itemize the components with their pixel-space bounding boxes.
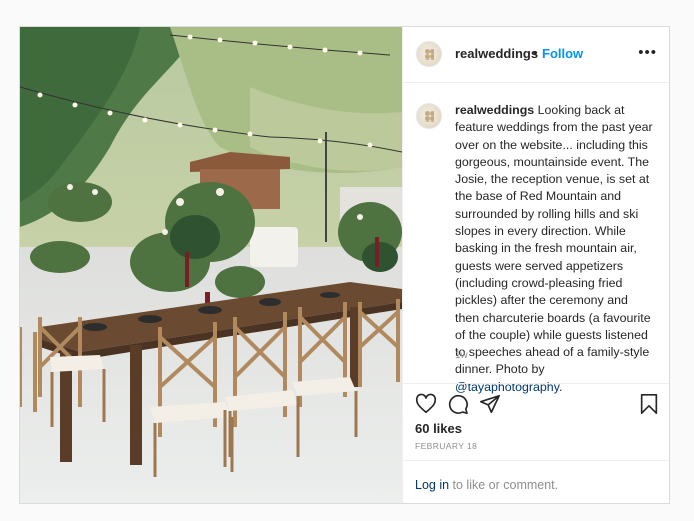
- post-card: realweddings • Follow ••• realweddings L…: [19, 26, 670, 504]
- bookmark-icon[interactable]: [639, 393, 659, 415]
- login-prompt-text: to like or comment.: [449, 478, 559, 492]
- actions-section: 60 likes FEBRUARY 18 Log in to like or c…: [403, 383, 669, 503]
- paper-plane-icon[interactable]: [479, 393, 501, 415]
- login-prompt: Log in to like or comment.: [403, 460, 669, 504]
- caption-avatar[interactable]: [416, 103, 442, 129]
- post-sidebar: realweddings • Follow ••• realweddings L…: [402, 27, 669, 503]
- comment-bubble-icon[interactable]: [447, 393, 469, 415]
- post-date: FEBRUARY 18: [415, 441, 478, 451]
- post-photo[interactable]: [20, 27, 402, 503]
- post-time[interactable]: 1w: [455, 350, 468, 361]
- caption-username[interactable]: realweddings: [455, 103, 534, 117]
- caption-text: Looking back at feature weddings from th…: [455, 103, 653, 377]
- likes-count[interactable]: 60 likes: [415, 421, 462, 436]
- post-caption: realweddings Looking back at feature wed…: [455, 102, 655, 396]
- heart-icon[interactable]: [415, 393, 437, 415]
- login-link[interactable]: Log in: [415, 478, 449, 492]
- post-header: realweddings • Follow •••: [403, 27, 669, 83]
- header-username[interactable]: realweddings: [455, 46, 538, 61]
- follow-button[interactable]: Follow: [542, 46, 583, 61]
- separator-dot: •: [533, 45, 538, 60]
- wedding-table-photo: [20, 27, 402, 503]
- more-options-icon[interactable]: •••: [638, 45, 657, 60]
- avatar[interactable]: [416, 41, 442, 67]
